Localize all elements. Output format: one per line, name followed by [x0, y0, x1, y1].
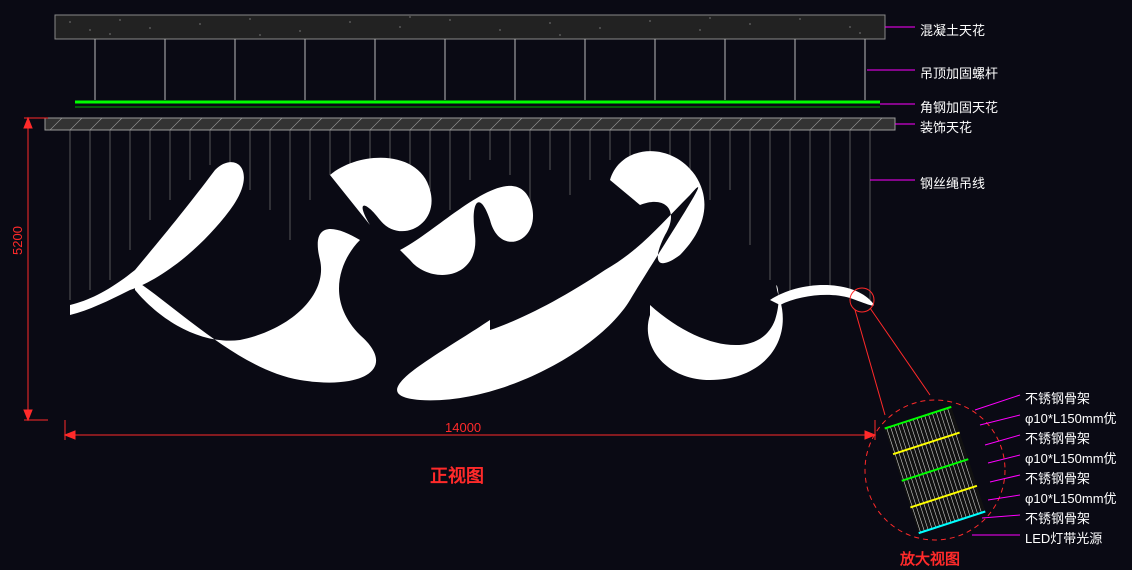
label-ss-frame-1: 不锈钢骨架	[1025, 388, 1090, 407]
dim-height: 5200	[10, 226, 25, 255]
label-decor-ceiling: 装饰天花	[920, 117, 972, 136]
label-wire-rope: 钢丝绳吊线	[920, 173, 985, 192]
label-concrete-ceiling: 混凝土天花	[920, 20, 985, 39]
label-fiber-3: φ10*L150mm优	[1025, 488, 1117, 507]
drawing-svg	[0, 0, 1132, 570]
label-ss-frame-2: 不锈钢骨架	[1025, 428, 1090, 447]
title-front-view: 正视图	[430, 462, 484, 488]
dim-width: 14000	[445, 420, 481, 435]
cad-canvas: 混凝土天花 吊顶加固螺杆 角钢加固天花 装饰天花 钢丝绳吊线 不锈钢骨架 φ10…	[0, 0, 1132, 570]
label-angle-steel: 角钢加固天花	[920, 97, 998, 116]
label-fiber-2: φ10*L150mm优	[1025, 448, 1117, 467]
label-ss-frame-4: 不锈钢骨架	[1025, 508, 1090, 527]
label-led-strip: LED灯带光源	[1025, 528, 1102, 547]
title-enlarged-view: 放大视图	[900, 548, 960, 569]
label-fiber-1: φ10*L150mm优	[1025, 408, 1117, 427]
label-ss-frame-3: 不锈钢骨架	[1025, 468, 1090, 487]
label-screw-rod: 吊顶加固螺杆	[920, 63, 998, 82]
